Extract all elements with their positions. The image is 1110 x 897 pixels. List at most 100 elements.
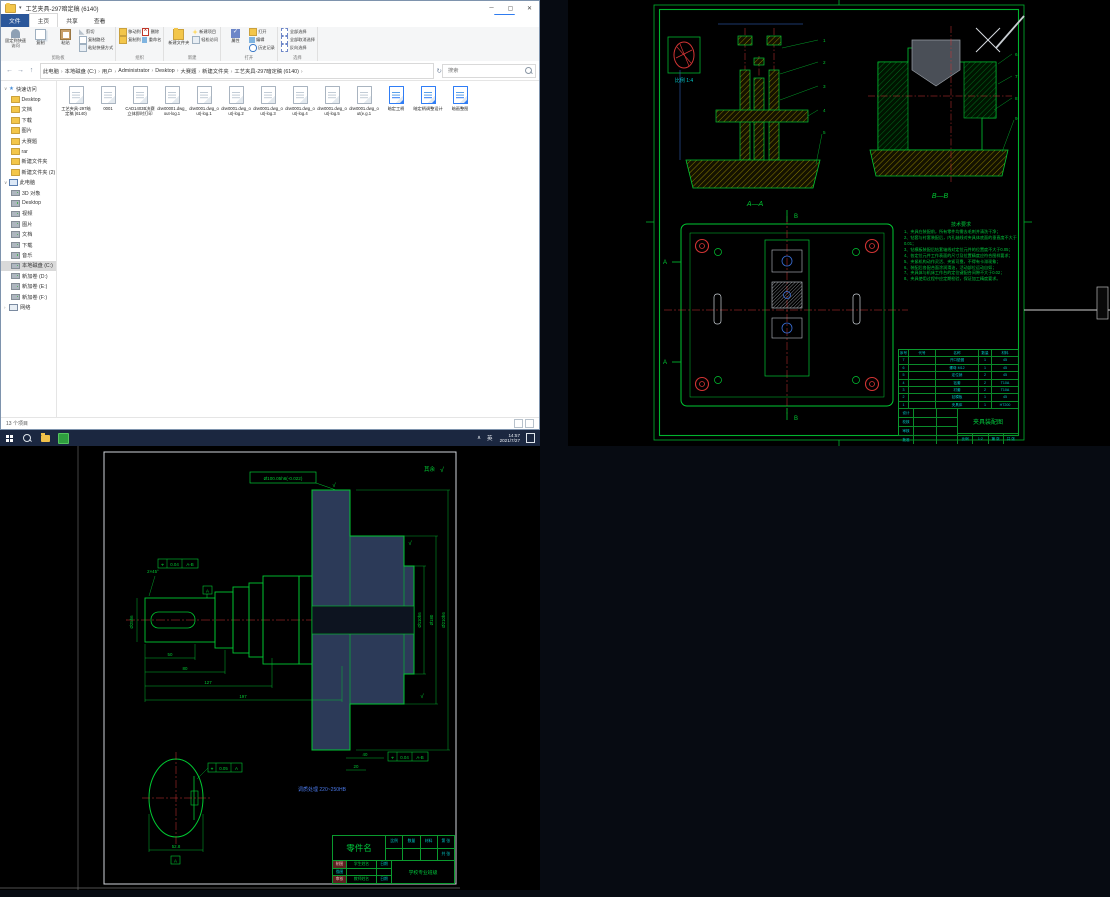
sidebar-item[interactable]: rar	[1, 146, 56, 156]
sidebar-item[interactable]: 图片	[1, 126, 56, 136]
move-to-button[interactable]: 移动到	[119, 28, 141, 36]
sidebar-item[interactable]: 3D 对象	[1, 188, 56, 198]
explorer-titlebar[interactable]: ▾ 工艺夹具-297暗定稿 (6140) ─ ▢ ✕	[1, 1, 539, 15]
sidebar-item[interactable]: 下载	[1, 115, 56, 125]
sidebar-item[interactable]: Desktop	[1, 94, 56, 104]
tab-home[interactable]: 主页	[28, 13, 59, 27]
flange-section-view	[311, 489, 415, 751]
search-box[interactable]	[442, 63, 536, 78]
cad-app-icon	[57, 432, 69, 444]
file-item[interactable]: 暗定柄调整设计	[413, 86, 443, 116]
new-folder-button[interactable]: 新建文件夹	[166, 28, 191, 45]
svg-text:A: A	[663, 260, 667, 266]
input-language-indicator[interactable]: 英	[484, 434, 496, 442]
copy-path-button[interactable]: 复制路径	[79, 36, 113, 44]
sidebar-quick-access[interactable]: ∨ ★ 快速访问	[1, 84, 56, 94]
file-item[interactable]: drw0001.dwg_out(-log.3	[253, 86, 283, 116]
paste-shortcut-button[interactable]: 粘贴快捷方式	[79, 44, 113, 52]
taskbar-explorer-button[interactable]	[36, 430, 54, 446]
edit-button[interactable]: 编辑	[249, 36, 275, 44]
file-item[interactable]: 0001	[93, 86, 123, 116]
up-button[interactable]: ↑	[26, 67, 37, 74]
sidebar-item[interactable]: 本地磁盘 (C:)	[1, 260, 56, 272]
taskbar-search-button[interactable]	[18, 430, 36, 446]
breadcrumb-segment[interactable]: Administrator	[118, 68, 155, 74]
breadcrumb-segment[interactable]: 本地磁盘 (C:)	[65, 67, 102, 75]
breadcrumb-segment[interactable]: 此电脑	[43, 67, 65, 75]
tab-file[interactable]: 文件	[1, 14, 29, 27]
tab-view[interactable]: 查看	[86, 14, 114, 27]
scale-label: 比例	[386, 836, 404, 848]
sidebar-item[interactable]: 新加卷 (D:)	[1, 271, 56, 281]
sidebar-this-pc[interactable]: ∨ 此电脑	[1, 178, 56, 188]
rename-button[interactable]: 重命名	[141, 36, 161, 44]
sidebar-item[interactable]: 音乐	[1, 250, 56, 260]
sidebar-item[interactable]: 新加卷 (E:)	[1, 281, 56, 291]
file-item[interactable]: drw00001.dwg_out-log.1	[157, 86, 187, 116]
search-input[interactable]	[446, 66, 525, 75]
file-item[interactable]: drw0001.dwg_out(-log.2	[221, 86, 251, 116]
taskbar-clock[interactable]: 14:57 2021/7/27	[496, 433, 524, 444]
pin-to-quick-access-button[interactable]: 固定到快速访问	[3, 28, 28, 48]
easy-access-button[interactable]: 轻松访问	[192, 36, 218, 44]
sidebar-item[interactable]: 文档	[1, 229, 56, 239]
breadcrumb-segment[interactable]: 新建文件夹	[202, 67, 234, 75]
back-button[interactable]: ←	[4, 67, 15, 74]
breadcrumb-segment[interactable]: 大赛题	[180, 67, 202, 75]
copy-to-button[interactable]: 复制到	[119, 36, 141, 44]
file-item[interactable]: drw0001.dwg_out(-log.5	[317, 86, 347, 116]
sidebar-item[interactable]: 大赛题	[1, 136, 56, 146]
new-item-button[interactable]: 新建项目	[192, 28, 218, 36]
action-center-icon[interactable]	[526, 433, 535, 443]
open-button[interactable]: 打开	[249, 28, 275, 36]
select-all-button[interactable]: 全部选择	[280, 28, 315, 36]
sidebar-item[interactable]: 文档	[1, 105, 56, 115]
file-item[interactable]: 工艺夹具-297暗定稿 (6140)	[61, 86, 91, 116]
file-item[interactable]: drw0001.dwg_out(-log.1	[189, 86, 219, 116]
cad-assembly-viewport[interactable]: 比例 1:4 1 2 3 4 5 A—A 6 7 8 9 B—B B B A A…	[568, 0, 1110, 446]
tab-share[interactable]: 共享	[58, 14, 86, 27]
sidebar-item[interactable]: 图片	[1, 219, 56, 229]
breadcrumb[interactable]: 此电脑本地磁盘 (C:)用户AdministratorDesktop大赛题新建文…	[40, 62, 434, 79]
sidebar-item[interactable]: 下载	[1, 240, 56, 250]
minimize-button[interactable]: ─	[482, 1, 501, 15]
quick-access-toolbar-caret[interactable]: ▾	[19, 5, 22, 11]
close-button[interactable]: ✕	[520, 1, 539, 15]
breadcrumb-segment[interactable]: Desktop	[155, 68, 180, 74]
file-item[interactable]: drw0001.dwg_out(-log.4	[285, 86, 315, 116]
tray-expand-icon[interactable]: ∧	[474, 435, 484, 441]
sidebar-item[interactable]: 新建文件夹 (2)	[1, 167, 56, 177]
properties-button[interactable]: 属性	[223, 28, 248, 43]
paste-button[interactable]: 粘贴	[53, 28, 78, 45]
sidebar-item[interactable]: 新建文件夹	[1, 157, 56, 167]
start-button[interactable]	[0, 430, 18, 446]
forward-button[interactable]: →	[15, 67, 26, 74]
taskbar-cad-app-button[interactable]	[54, 430, 72, 446]
maximize-button[interactable]: ▢	[501, 1, 520, 15]
cad-part-viewport[interactable]: 50 80 127 197 Ø25h6 2×45° ⌖ 0.04 A-B A Ø10…	[0, 446, 540, 890]
folder-icon	[11, 168, 20, 176]
svg-text:⌖: ⌖	[391, 755, 394, 760]
open-icon	[249, 28, 257, 36]
select-none-button[interactable]: 全部取消选择	[280, 36, 315, 44]
delete-button[interactable]: 删除	[141, 27, 162, 36]
parts-list-row: 3 衬套 2 T10A	[899, 386, 1018, 395]
cut-button[interactable]: 剪切	[79, 28, 113, 36]
technical-requirement-line: 4、各定位元件工作表面的尺寸及位置精度应符合图样要求；	[904, 252, 1013, 258]
file-item[interactable]: drw0001.dwg_out(e.g.1	[349, 86, 379, 116]
breadcrumb-segment[interactable]: 用户	[102, 67, 118, 75]
sidebar-item[interactable]: 视频	[1, 209, 56, 219]
sidebar-network[interactable]: › 网络	[1, 302, 56, 312]
parts-list-row: 7 开口垫圈 1 45	[899, 357, 1018, 365]
history-button[interactable]: 历史记录	[249, 44, 275, 52]
breadcrumb-segment[interactable]: 工艺夹具-297暗定稿 (6140)	[234, 67, 304, 75]
details-view-icon[interactable]	[514, 419, 523, 428]
sidebar-item[interactable]: 新加卷 (F:)	[1, 292, 56, 302]
thumbnail-view-icon[interactable]	[525, 419, 534, 428]
copy-button[interactable]: 复制	[28, 28, 53, 45]
invert-selection-button[interactable]: 反向选择	[280, 44, 315, 52]
file-item[interactable]: 暗定工柄	[381, 86, 411, 116]
file-item[interactable]: CAD1403B决赛立体即时打印	[125, 86, 155, 116]
file-item[interactable]: 暗画整图	[445, 86, 475, 116]
sidebar-item[interactable]: Desktop	[1, 198, 56, 208]
